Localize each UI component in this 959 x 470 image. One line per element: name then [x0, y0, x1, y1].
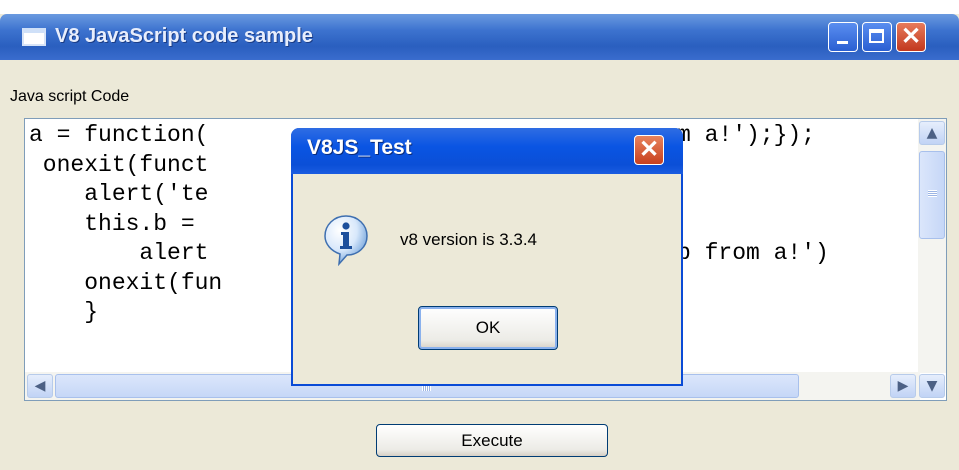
dialog-message: v8 version is 3.3.4 — [400, 230, 538, 249]
message-dialog: V8JS_Test ✕ v8 version is 3.3.4 OK — [291, 128, 683, 386]
close-icon: ✕ — [900, 23, 922, 50]
dialog-titlebar[interactable]: V8JS_Test ✕ — [291, 128, 683, 174]
grip-icon — [928, 190, 937, 197]
info-icon — [324, 215, 368, 266]
scroll-left-button[interactable]: ◀ — [27, 374, 53, 398]
chevron-left-icon: ◀ — [34, 378, 46, 394]
maximize-icon — [869, 29, 884, 43]
execute-button[interactable]: Execute — [376, 424, 608, 457]
dialog-close-button[interactable]: ✕ — [634, 135, 664, 165]
ok-button[interactable]: OK — [418, 306, 558, 350]
window-titlebar[interactable]: V8 JavaScript code sample ✕ — [0, 14, 959, 60]
vertical-scroll-thumb[interactable] — [919, 151, 945, 239]
scroll-down-button[interactable]: ▼ — [919, 374, 945, 398]
close-icon: ✕ — [638, 136, 660, 163]
scroll-up-button[interactable]: ▲ — [919, 121, 945, 145]
vertical-scrollbar[interactable]: ▲ — [918, 119, 946, 373]
chevron-up-icon: ▲ — [926, 125, 938, 141]
maximize-button[interactable] — [862, 22, 892, 52]
chevron-down-icon: ▼ — [926, 378, 938, 394]
minimize-button[interactable] — [828, 22, 858, 52]
window-app-icon — [22, 28, 46, 46]
minimize-icon — [837, 41, 848, 44]
dialog-title: V8JS_Test — [307, 136, 412, 159]
chevron-right-icon: ▶ — [897, 378, 909, 394]
main-window: V8 JavaScript code sample ✕ Java script … — [0, 14, 959, 470]
window-title: V8 JavaScript code sample — [55, 25, 313, 47]
code-text-left: a = function( onexit(funct alert('te thi… — [29, 122, 223, 325]
scroll-right-button[interactable]: ▶ — [890, 374, 916, 398]
code-text-right: m a!');}); b from a!') — [677, 122, 829, 266]
background-page-strip — [0, 0, 959, 12]
code-label: Java script Code — [10, 88, 130, 105]
close-button[interactable]: ✕ — [896, 22, 926, 52]
